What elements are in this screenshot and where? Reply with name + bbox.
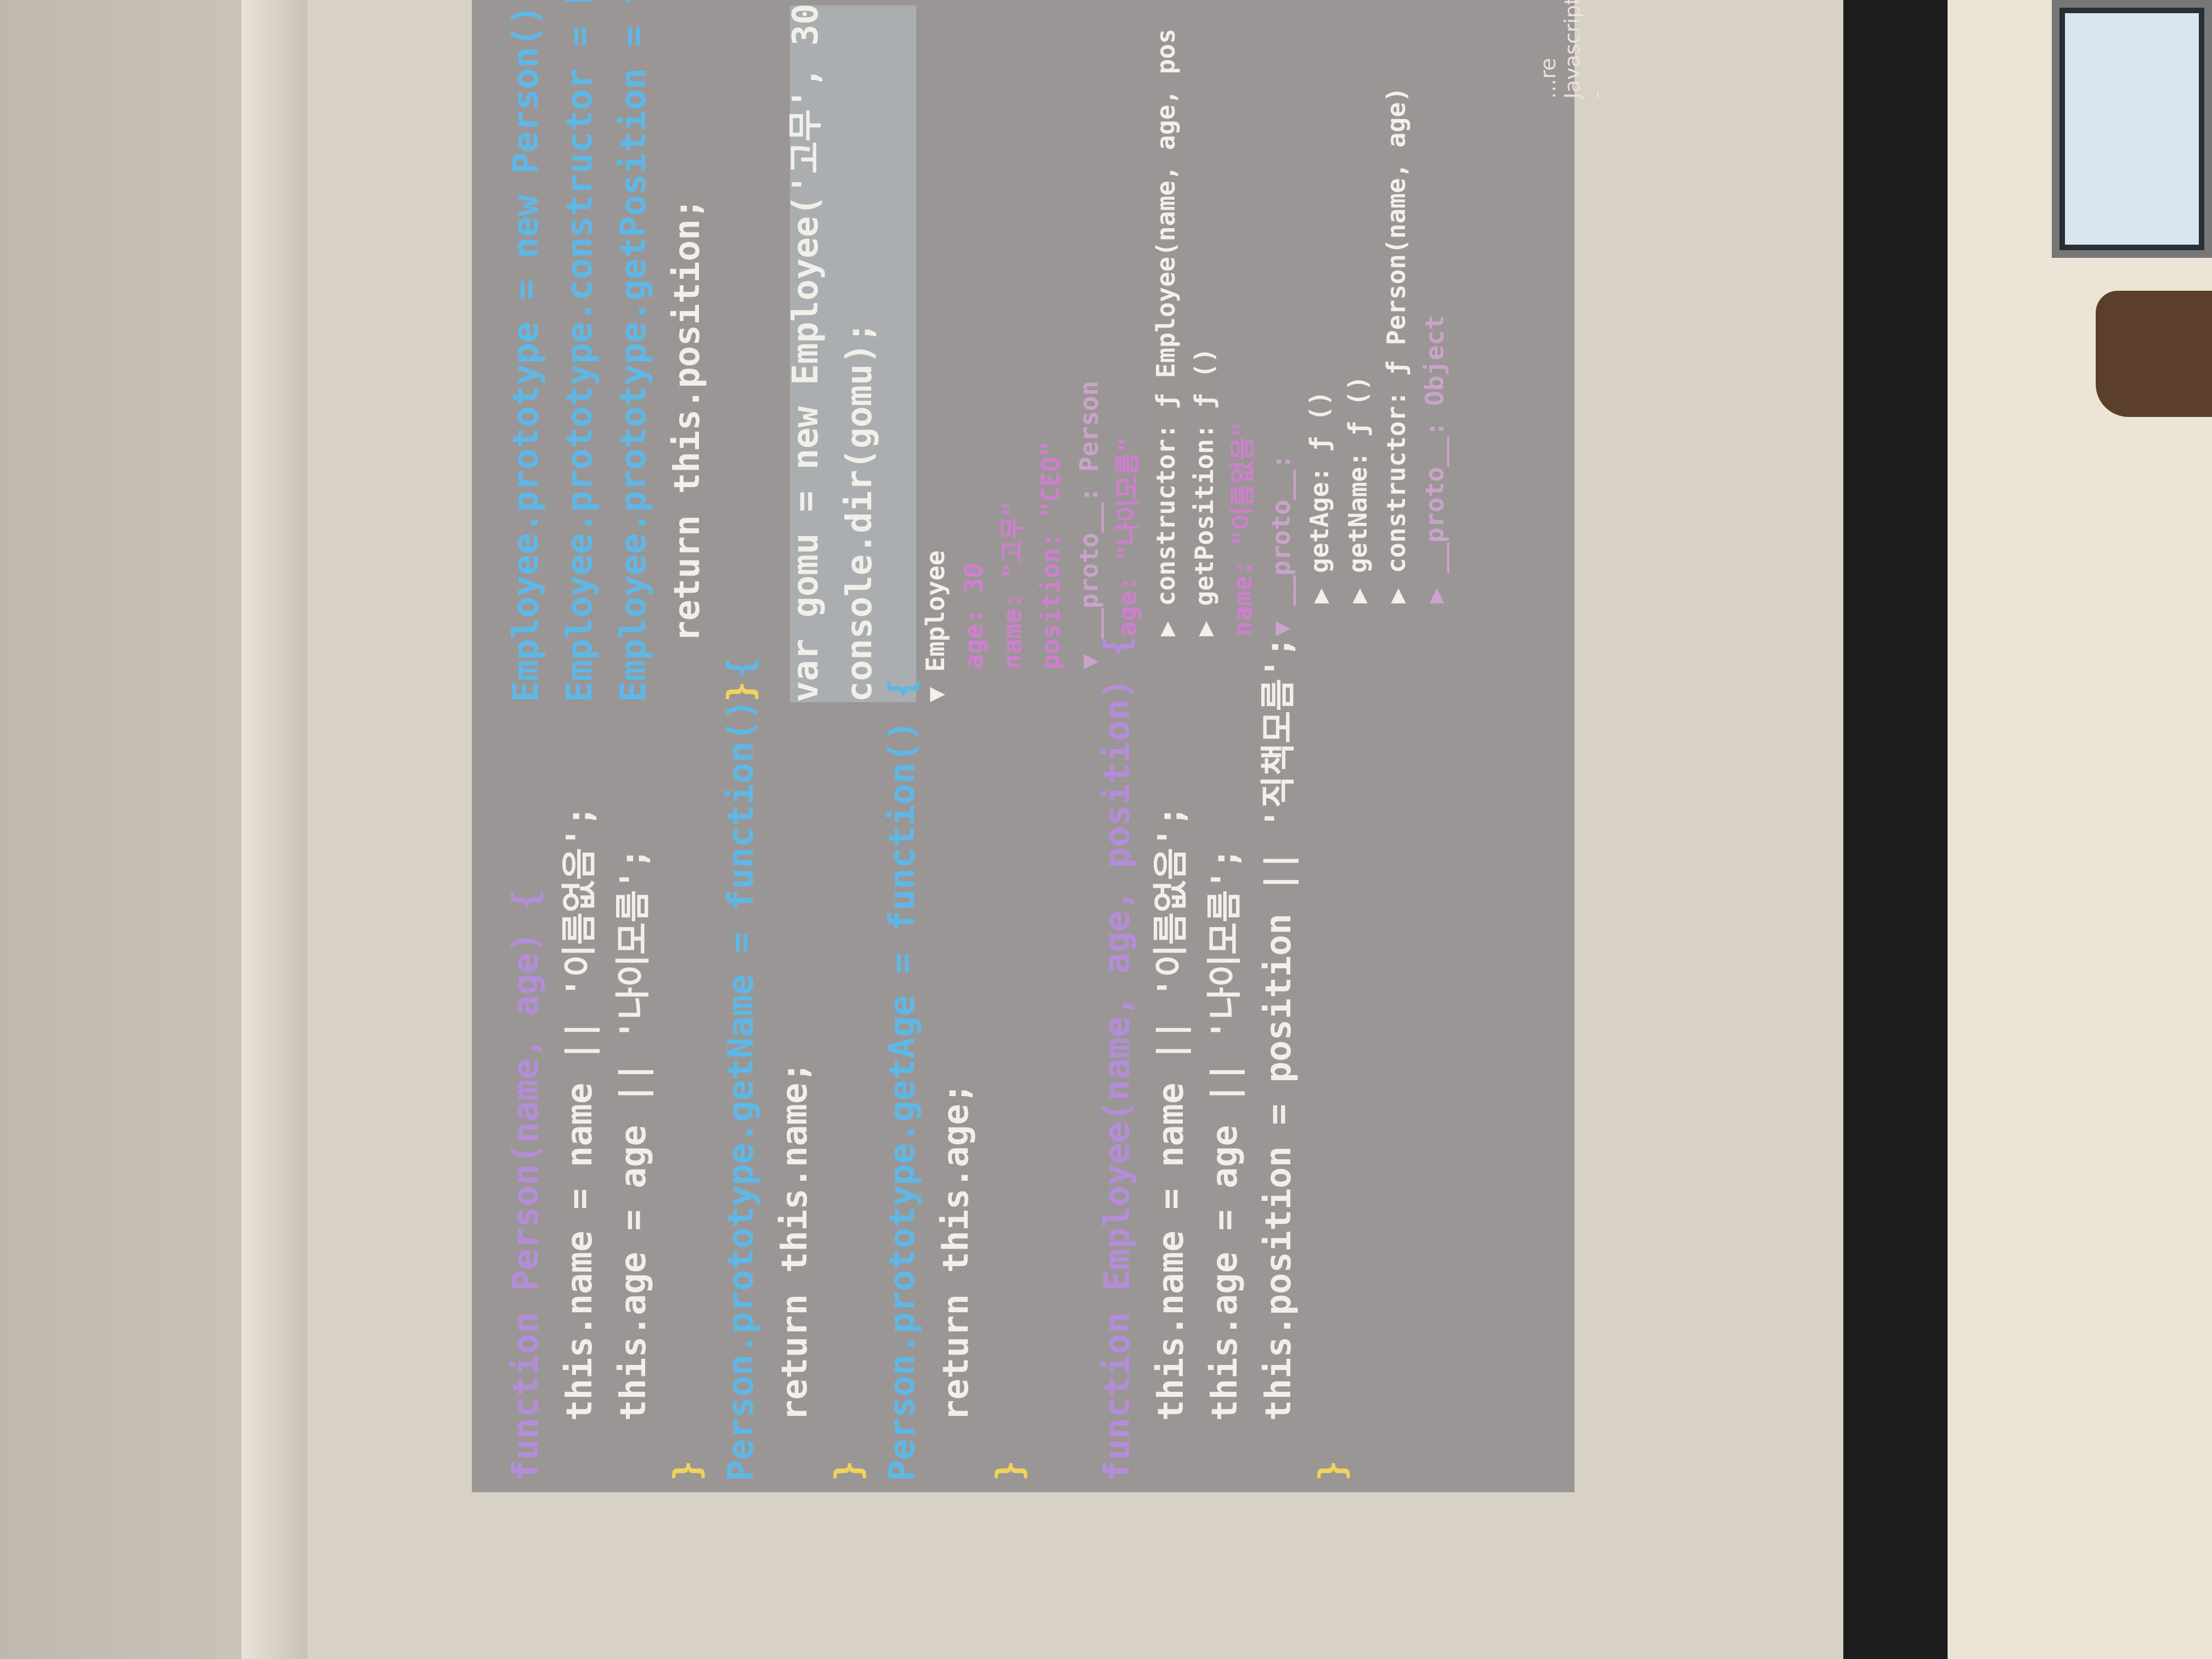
code-column-right: Employee.prototype = new Person(); Emplo… — [499, 0, 887, 702]
code-line: console.dir(gomu); — [839, 321, 880, 702]
console-line: age: 30 — [959, 563, 989, 669]
code-line: return this.name; — [775, 1061, 815, 1421]
code-line: } — [828, 1460, 869, 1481]
code-line: Person.prototype.getAge = function() { — [882, 678, 923, 1481]
console-line: ▼ __proto__: — [1266, 454, 1296, 636]
screen-bottom-bar — [1843, 0, 1948, 1659]
code-line: } — [1312, 1460, 1353, 1481]
code-sheet: function Person(name, age) { this.name =… — [499, 0, 1609, 1481]
code-line: this.name = name || '이름없음'; — [560, 805, 600, 1421]
console-line: name: "고무" — [997, 501, 1027, 669]
code-line: Employee.prototype.getPosition = functio… — [613, 0, 654, 702]
code-line: Employee.prototype.constructor = Employe… — [560, 0, 600, 702]
console-output: ▼ Employee age: 30 name: "고무" position: … — [916, 11, 1454, 702]
code-line: Person.prototype.getName = function() { — [721, 657, 761, 1481]
code-line: var gomu = new Employee('고무', 30, 'CEO')… — [786, 0, 826, 702]
console-line: ▶ __proto__: Object — [1420, 314, 1449, 603]
code-line: } — [667, 1460, 708, 1481]
console-line: name: "이름없음" — [1228, 422, 1257, 636]
code-line: return this.age; — [936, 1082, 977, 1421]
code-line: this.position = position || '직책모름'; — [1259, 636, 1299, 1421]
presenter-hand — [2096, 291, 2212, 417]
console-line: ▼ __proto__: Person — [1074, 380, 1104, 669]
console-line: ▶ getAge: ƒ () — [1305, 391, 1334, 603]
console-line: ▶ getName: ƒ () — [1343, 375, 1373, 603]
code-line: function Employee(name, age, position) { — [1097, 635, 1138, 1481]
console-line: ▶ constructor: ƒ Employee(name, age, pos — [1151, 29, 1181, 636]
code-line: } — [990, 1460, 1030, 1481]
slide-caption: ...re Javascript - — [1536, 0, 1609, 99]
console-line: ▶ constructor: ƒ Person(name, age) — [1381, 87, 1411, 603]
code-line: this.age = age || '나이모름'; — [613, 848, 654, 1421]
code-line: function Person(name, age) { — [506, 889, 546, 1481]
code-line: this.name = name || '이름없음'; — [1151, 805, 1192, 1421]
code-line: this.age = age || '나이모름'; — [1205, 848, 1245, 1421]
code-line: Employee.prototype = new Person(); — [506, 0, 546, 702]
screen-frame-rail — [241, 0, 307, 1659]
code-column-left: function Person(name, age) { this.name =… — [499, 635, 1359, 1481]
code-line: } — [721, 681, 761, 702]
console-line: age: "나이모름" — [1113, 437, 1142, 636]
console-line: ▼ Employee — [921, 550, 950, 702]
console-line: position: "CEO" — [1036, 441, 1065, 669]
laptop-screen — [2065, 13, 2199, 245]
laptop — [2052, 0, 2212, 258]
console-line: ▶ getPosition: ƒ () — [1189, 347, 1219, 636]
code-line: return this.position; — [667, 198, 708, 642]
